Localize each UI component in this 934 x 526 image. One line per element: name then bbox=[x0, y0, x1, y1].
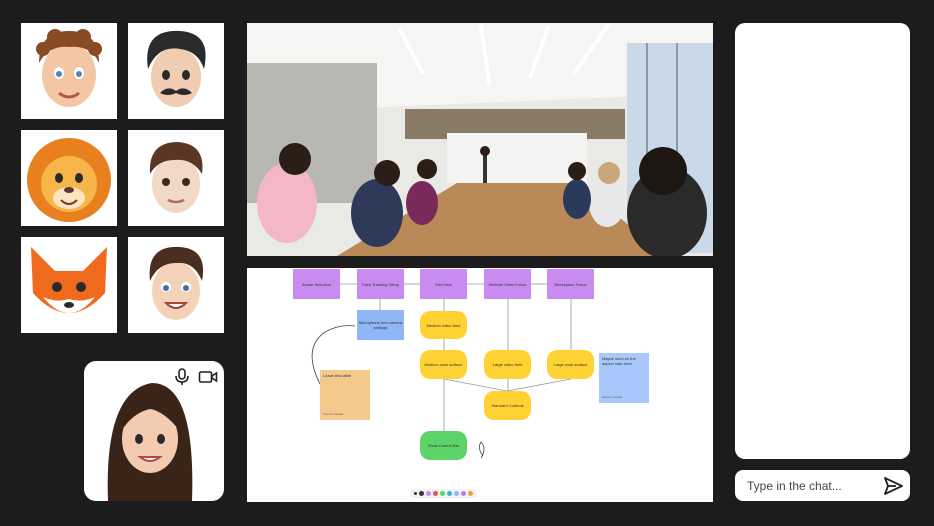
color-swatch[interactable] bbox=[468, 491, 473, 496]
flow-node[interactable]: Show Control Bar bbox=[420, 431, 467, 460]
flow-node[interactable]: Workspace Focus bbox=[547, 269, 594, 299]
chat-messages-panel bbox=[735, 23, 910, 459]
participant-tile[interactable] bbox=[128, 237, 224, 333]
video-camera-icon[interactable] bbox=[198, 367, 218, 387]
color-swatch[interactable] bbox=[433, 491, 438, 496]
memoji-smiling-man-icon bbox=[149, 246, 204, 320]
participant-tile[interactable] bbox=[21, 237, 117, 333]
sticky-note[interactable]: Leave this table Source: header bbox=[320, 370, 370, 420]
sticky-note-footer: Source: header bbox=[602, 395, 623, 399]
sticky-note[interactable]: Maybe work on the aspect ratio here Sour… bbox=[599, 353, 649, 403]
color-swatch[interactable] bbox=[440, 491, 445, 496]
flow-node[interactable]: Standard Controls bbox=[484, 391, 531, 420]
participant-tile[interactable] bbox=[21, 23, 117, 119]
color-swatch[interactable] bbox=[419, 491, 424, 496]
flow-node[interactable]: Avatar Selection bbox=[293, 269, 340, 299]
memoji-curly-hair-icon bbox=[36, 29, 102, 107]
participant-tile[interactable] bbox=[21, 130, 117, 226]
memoji-short-hair-icon bbox=[149, 142, 203, 213]
whiteboard-toolbar[interactable] bbox=[410, 489, 477, 498]
pointer-tool-icon[interactable] bbox=[414, 492, 417, 495]
flow-node[interactable]: Medium video feed bbox=[420, 311, 467, 339]
color-swatch[interactable] bbox=[447, 491, 452, 496]
flow-node[interactable]: Face Tracking Setup bbox=[357, 269, 404, 299]
whiteboard[interactable]: Avatar Selection Face Tracking Setup Gri… bbox=[247, 268, 713, 502]
memoji-lion-icon bbox=[27, 138, 111, 222]
sticky-note-footer: Source: header bbox=[323, 412, 344, 416]
flow-node[interactable]: Large video feed bbox=[484, 350, 531, 379]
color-swatch[interactable] bbox=[461, 491, 466, 496]
flow-node[interactable]: Medium work surface bbox=[420, 350, 467, 379]
color-swatch[interactable] bbox=[454, 491, 459, 496]
flow-node[interactable]: Large work surface bbox=[547, 350, 594, 379]
chat-input[interactable] bbox=[745, 477, 879, 494]
self-view bbox=[84, 361, 224, 501]
participant-tile[interactable] bbox=[128, 23, 224, 119]
sticky-note-text: Maybe work on the aspect ratio here bbox=[602, 356, 636, 366]
flow-node[interactable]: Website Video Focus bbox=[484, 269, 531, 299]
microphone-icon[interactable] bbox=[172, 367, 192, 387]
sticky-note-text: Leave this table bbox=[323, 373, 352, 378]
memoji-mustache-icon bbox=[147, 30, 206, 107]
meeting-room-image bbox=[247, 23, 713, 256]
shared-video-feed bbox=[247, 23, 713, 256]
flow-node[interactable]: Microphone and camera settings bbox=[357, 310, 404, 340]
flow-node[interactable]: Grid View bbox=[420, 269, 467, 299]
memoji-fox-icon bbox=[31, 247, 107, 313]
color-swatch[interactable] bbox=[426, 491, 431, 496]
participant-tile[interactable] bbox=[128, 130, 224, 226]
send-icon[interactable] bbox=[882, 475, 904, 497]
chat-input-bar[interactable] bbox=[735, 470, 910, 501]
